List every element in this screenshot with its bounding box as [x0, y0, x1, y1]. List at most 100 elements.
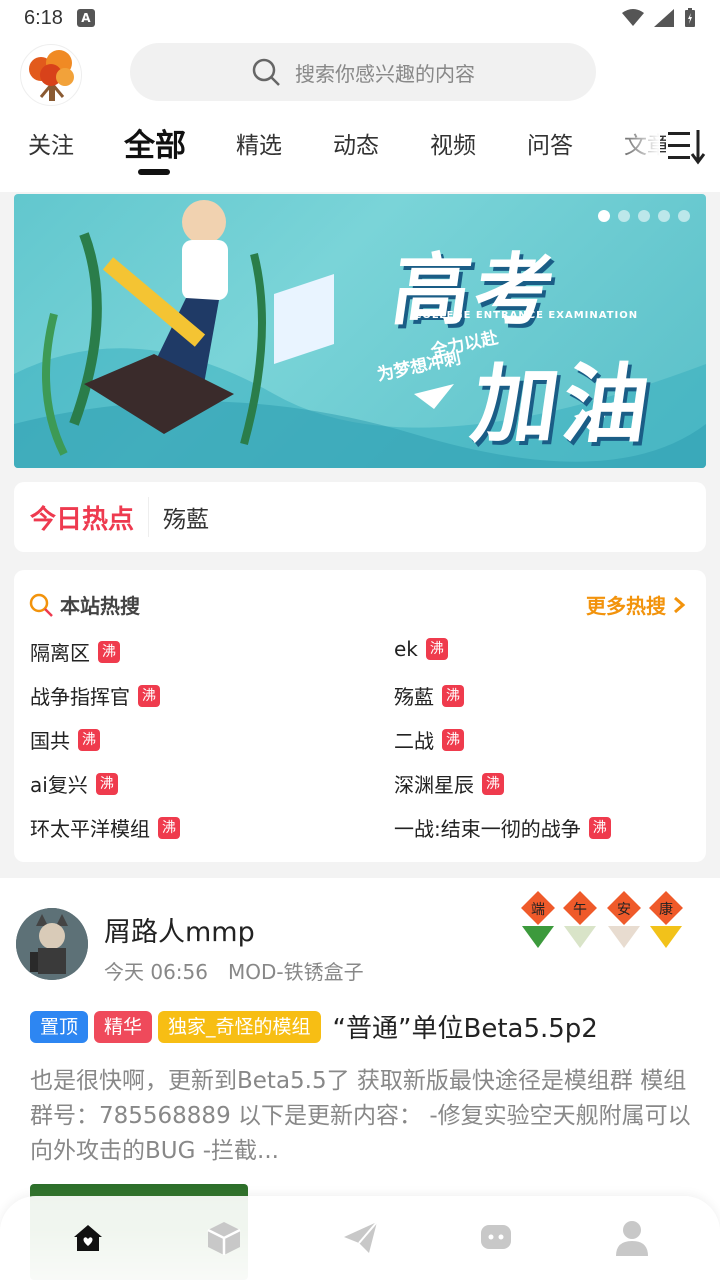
- tag-exclusive[interactable]: 独家_奇怪的模组: [158, 1010, 321, 1043]
- list-sort-icon: [668, 130, 706, 165]
- banner-dot-active[interactable]: [598, 210, 610, 222]
- post-author[interactable]: 屑路人mmp: [104, 910, 255, 949]
- hot-search-item[interactable]: 战争指挥官沸: [30, 681, 160, 710]
- hot-search-text: 深渊星辰: [394, 773, 474, 797]
- svg-text:安: 安: [617, 902, 631, 918]
- user-icon: [616, 1221, 648, 1256]
- hot-badge: 沸: [98, 640, 120, 663]
- hot-search-item[interactable]: ai复兴沸: [30, 769, 118, 798]
- tab-menu-button[interactable]: [666, 126, 710, 170]
- avatar[interactable]: [16, 908, 88, 980]
- banner-subtitle-en: COLLEGE ENTRANCE EXAMINATION: [414, 310, 639, 321]
- banner-dot[interactable]: [638, 210, 650, 222]
- post-title[interactable]: “普通”单位Beta5.5p2: [333, 1008, 598, 1045]
- hot-badge: 沸: [95, 772, 118, 795]
- hot-search-text: 国共: [30, 729, 70, 753]
- app-logo[interactable]: [20, 44, 82, 106]
- more-hot-search-label: 更多热搜: [586, 594, 666, 618]
- nav-profile[interactable]: [602, 1208, 662, 1268]
- svg-text:午: 午: [573, 902, 587, 918]
- tag-pinned[interactable]: 置顶: [30, 1010, 89, 1043]
- promo-banner[interactable]: 高考 COLLEGE ENTRANCE EXAMINATION 全力以赴 为梦想…: [14, 194, 706, 468]
- send-icon: [344, 1221, 378, 1253]
- tab-qa[interactable]: 问答: [527, 126, 573, 160]
- hot-search-text: 战争指挥官: [30, 685, 130, 709]
- search-placeholder: 搜索你感兴趣的内容: [295, 61, 475, 86]
- banner-dot[interactable]: [678, 210, 690, 222]
- hot-search-item[interactable]: 深渊星辰沸: [394, 769, 504, 798]
- more-hot-search-link[interactable]: 更多热搜: [586, 590, 686, 619]
- hot-search-title: 本站热搜: [60, 594, 140, 618]
- status-bar: 6:18 A: [0, 0, 720, 36]
- tag-essence[interactable]: 精华: [94, 1010, 153, 1043]
- chevron-right-icon: [674, 596, 686, 613]
- hot-badge: 沸: [442, 684, 464, 707]
- battery-icon: [685, 8, 695, 27]
- chat-icon: [481, 1225, 511, 1249]
- banner-pagination: [598, 210, 690, 222]
- hot-search-item[interactable]: 二战沸: [394, 725, 464, 754]
- hot-search-item[interactable]: ek 沸: [394, 637, 448, 661]
- hot-badge: 沸: [138, 684, 160, 707]
- hot-search-item[interactable]: 一战:结束一彻的战争沸: [394, 813, 611, 842]
- tab-follow[interactable]: 关注: [28, 126, 74, 160]
- svg-text:康: 康: [659, 901, 673, 918]
- hot-search-item[interactable]: 隔离区沸: [30, 637, 120, 666]
- hot-badge: 沸: [482, 772, 504, 795]
- hot-search-text: 殇藍: [394, 685, 434, 709]
- tab-bar: 关注 全部 精选 动态 视频 问答 文章: [0, 118, 720, 178]
- search-icon: [252, 58, 280, 86]
- hot-search-header: 本站热搜: [28, 590, 140, 619]
- divider: [148, 497, 150, 537]
- hot-badge: 沸: [588, 816, 611, 839]
- hot-search-text: 一战:结束一彻的战争: [394, 817, 581, 841]
- signal-icon: [654, 9, 674, 27]
- hot-search-card: 本站热搜 更多热搜 隔离区沸 战争指挥官沸 国共沸 ai复兴沸 环太平洋模组沸 …: [14, 570, 706, 862]
- hot-search-text: ai复兴: [30, 773, 88, 797]
- banner-title-line1: 高考: [386, 246, 564, 336]
- search-bar[interactable]: 搜索你感兴趣的内容: [130, 43, 596, 101]
- bottom-nav: [0, 1196, 720, 1280]
- nav-messages[interactable]: [466, 1208, 526, 1268]
- tab-featured[interactable]: 精选: [236, 126, 282, 160]
- post-category[interactable]: MOD-铁锈盒子: [228, 956, 364, 985]
- tab-all[interactable]: 全部: [124, 120, 186, 165]
- cube-icon: [207, 1222, 241, 1255]
- hot-search-text: 隔离区: [30, 641, 90, 665]
- hot-badge: 沸: [78, 728, 100, 751]
- nav-home[interactable]: [58, 1208, 118, 1268]
- post-time: 今天 06:56: [104, 960, 208, 984]
- app-notification-icon: A: [76, 9, 95, 27]
- banner-title-line2: 加油: [465, 355, 660, 455]
- nav-resources[interactable]: [194, 1208, 254, 1268]
- status-time: 6:18: [24, 6, 63, 29]
- header: 搜索你感兴趣的内容 关注 全部 精选 动态 视频 问答 文章: [0, 36, 720, 192]
- festival-decoration: 端 午 安 康: [512, 886, 692, 972]
- banner-dot[interactable]: [658, 210, 670, 222]
- search-icon: [29, 593, 53, 617]
- hot-search-item[interactable]: 环太平洋模组沸: [30, 813, 180, 842]
- tab-video[interactable]: 视频: [430, 126, 476, 160]
- hot-search-item[interactable]: 国共沸: [30, 725, 100, 754]
- hot-search-item[interactable]: 殇藍沸: [394, 681, 464, 710]
- today-hot-topic[interactable]: 殇藍: [163, 500, 209, 534]
- wifi-icon: [622, 9, 644, 26]
- banner-dot[interactable]: [618, 210, 630, 222]
- svg-text:端: 端: [531, 902, 545, 918]
- active-tab-indicator: [138, 169, 170, 175]
- post-excerpt[interactable]: 也是很快啊，更新到Beta5.5了 获取新版最快途径是模组群 模组群号：7855…: [30, 1064, 700, 1169]
- hot-search-text: 二战: [394, 729, 434, 753]
- hot-badge: 沸: [425, 638, 448, 660]
- post-tags: 置顶 精华 独家_奇怪的模组 “普通”单位Beta5.5p2: [30, 1008, 598, 1045]
- hot-badge: 沸: [442, 728, 464, 751]
- nav-publish[interactable]: [330, 1208, 390, 1268]
- hot-search-text: 环太平洋模组: [30, 817, 150, 841]
- today-hot-label: 今日热点: [30, 504, 135, 535]
- home-icon: [74, 1225, 102, 1251]
- today-hot-card[interactable]: 今日热点 殇藍: [14, 482, 706, 552]
- hot-badge: 沸: [158, 816, 180, 839]
- hot-search-text: ek: [394, 637, 418, 661]
- post-meta: 今天 06:56 MOD-铁锈盒子: [104, 956, 364, 985]
- tab-fade: [610, 118, 660, 178]
- tab-moments[interactable]: 动态: [333, 126, 379, 160]
